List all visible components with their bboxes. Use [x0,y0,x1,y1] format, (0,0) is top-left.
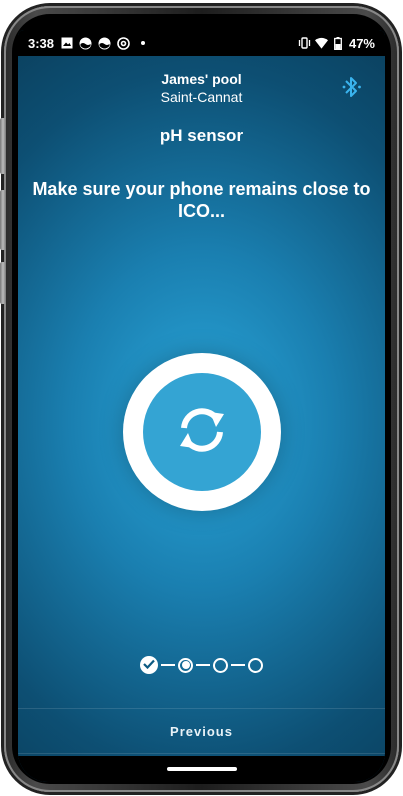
battery-level: 47% [348,35,375,51]
step-connector [196,664,210,666]
wifi-icon [314,37,328,50]
sync-icon [170,398,234,467]
step-connector [231,664,245,666]
pool-header: James' pool Saint-Cannat [18,70,385,106]
pool-app-icon [79,37,92,50]
status-time: 3:38 [28,35,55,51]
step-current-dot [181,661,190,669]
instruction-text: Make sure your phone remains close to IC… [32,179,371,221]
side-button [0,262,6,304]
vibrate-icon [298,37,311,50]
previous-button[interactable]: Previous [170,724,233,739]
step-3-pending [213,657,228,673]
phone-device: 3:38 47% James' pool Saint-Cannat pH sen… [0,0,403,796]
home-gesture-bar[interactable] [166,767,237,771]
dot-icon [136,37,149,50]
step-1-completed [140,656,158,674]
footer-bar: Previous [18,708,385,754]
bluetooth-icon [342,74,362,105]
system-nav-bar [18,756,385,782]
pool-name: James' pool [161,71,242,87]
side-button [0,190,6,250]
sync-indicator-inner [143,373,261,491]
step-4-pending [248,657,263,673]
side-button [0,118,6,174]
step-connector [161,664,175,666]
screen-title: pH sensor [159,126,244,145]
battery-icon [332,36,345,50]
at-sign-icon [117,36,130,50]
progress-stepper [18,656,385,674]
sync-indicator [123,353,281,511]
checkmark-icon [143,656,155,674]
step-2-current [178,657,193,673]
pool-location: Saint-Cannat [160,89,243,105]
bluetooth-button[interactable] [341,76,363,102]
status-bar: 3:38 47% [18,30,385,56]
image-icon [60,37,73,50]
pool-app-icon [98,37,111,50]
app-screen: 3:38 47% James' pool Saint-Cannat pH sen… [18,30,385,782]
